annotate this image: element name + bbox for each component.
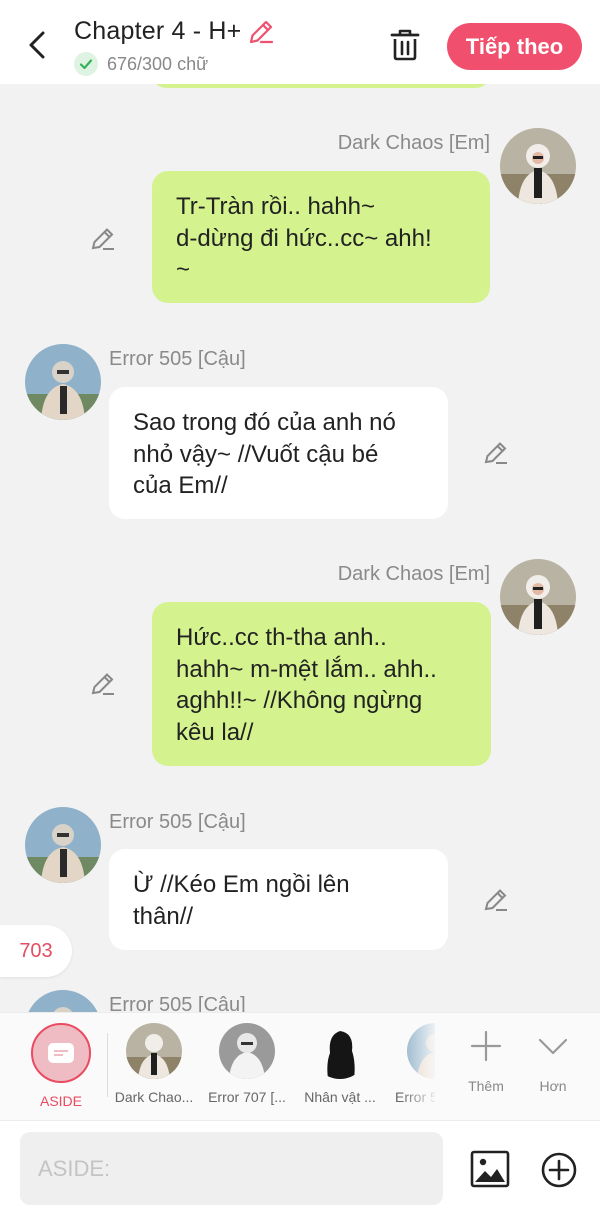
next-chapter-button[interactable]: Tiếp theo <box>447 23 582 70</box>
chevron-left-icon <box>29 31 45 59</box>
character-option[interactable]: Nhân vật ... <box>294 1023 386 1105</box>
edit-message-button[interactable] <box>483 440 511 468</box>
character-bar: ASIDE Dark Chao... Error 707 [... Nhân v… <box>0 1012 600 1120</box>
avatar-error-505[interactable] <box>25 807 101 883</box>
add-character-button[interactable]: Thêm <box>456 1029 516 1094</box>
delete-button[interactable] <box>386 26 424 64</box>
sender-name: Error 505 [Cậu] <box>109 348 246 370</box>
message-line: aghh!!~ //Không ngừng <box>176 687 423 714</box>
message-icon <box>48 1043 74 1063</box>
back-button[interactable] <box>20 26 54 64</box>
more-label: Hơn <box>539 1078 567 1094</box>
more-button[interactable]: Hơn <box>523 1029 583 1094</box>
sender-name: Dark Chaos [Em] <box>337 132 490 154</box>
avatar <box>312 1023 368 1079</box>
aside-option[interactable]: ASIDE <box>22 1023 100 1109</box>
message-line: Ừ //Kéo Em ngồi lên <box>133 871 350 898</box>
message-bubble[interactable]: Tr-Tràn rồi.. hahh~ d-dừng đi hức..cc~ a… <box>152 171 490 303</box>
sender-name: Error 505 [Cậu] <box>109 811 246 833</box>
character-label: Dark Chao... <box>114 1089 194 1105</box>
chapter-header: Chapter 4 - H+ 676/300 chữ <box>74 17 275 76</box>
count-badge[interactable]: 703 <box>0 925 72 977</box>
top-bar: Chapter 4 - H+ 676/300 chữ Tiếp theo <box>0 0 600 84</box>
scroll-fade <box>400 1013 440 1113</box>
message-line: ~ <box>176 256 191 283</box>
avatar-error-505[interactable] <box>25 990 101 1012</box>
message-line: Hức..cc th-tha anh.. <box>176 624 387 651</box>
previous-message-bubble <box>152 84 490 88</box>
pencil-icon <box>91 673 114 695</box>
composer <box>0 1120 600 1216</box>
message-line: Sao trong đó của anh nó <box>133 409 396 436</box>
plus-icon <box>470 1030 502 1062</box>
avatar <box>126 1023 182 1079</box>
character-label: Error 707 [... <box>208 1089 286 1105</box>
insert-image-button[interactable] <box>470 1149 510 1189</box>
avatar-error-505[interactable] <box>25 344 101 420</box>
aside-label: ASIDE <box>39 1093 82 1109</box>
message-line: kêu la// <box>176 718 254 746</box>
message-line: hahh~ m-mệt lắm.. ahh.. <box>176 655 437 683</box>
pencil-icon <box>484 442 507 464</box>
message-line: thân// <box>133 902 194 930</box>
aside-input[interactable] <box>20 1132 443 1205</box>
message-line: Tr-Tràn rồi.. hahh~ <box>176 193 375 220</box>
message-bubble[interactable]: Hức..cc th-tha anh.. hahh~ m-mệt lắm.. a… <box>152 602 491 766</box>
avatar-dark-chaos[interactable] <box>500 128 576 204</box>
chevron-down-icon <box>538 1038 568 1055</box>
sender-name: Dark Chaos [Em] <box>337 563 490 585</box>
add-content-button[interactable] <box>540 1151 578 1189</box>
message-bubble[interactable]: Ừ //Kéo Em ngồi lên thân// <box>109 849 448 950</box>
avatar <box>219 1023 275 1079</box>
chat-area[interactable]: Dark Chaos [Em] Tr-Tràn rồi.. hahh~ d-dừ… <box>0 84 600 1012</box>
pencil-icon <box>484 889 507 911</box>
word-count: 676/300 chữ <box>107 53 209 74</box>
image-icon <box>470 1150 510 1188</box>
check-icon <box>74 52 98 76</box>
chapter-title: Chapter 4 - H+ <box>74 17 242 45</box>
edit-message-button[interactable] <box>90 226 118 254</box>
add-label: Thêm <box>468 1078 504 1094</box>
character-option[interactable]: Error 707 [... <box>201 1023 293 1105</box>
edit-title-button[interactable] <box>247 18 275 46</box>
message-line: d-dừng đi hức..cc~ ahh! <box>176 224 432 252</box>
plus-circle-icon <box>541 1152 577 1188</box>
message-line: của Em// <box>133 472 228 499</box>
avatar-dark-chaos[interactable] <box>500 559 576 635</box>
character-option[interactable]: Dark Chao... <box>108 1023 200 1105</box>
character-label: Nhân vật ... <box>304 1089 376 1105</box>
message-bubble[interactable]: Sao trong đó của anh nó nhỏ vậy~ //Vuốt … <box>109 387 448 519</box>
trash-icon <box>390 29 420 61</box>
edit-message-button[interactable] <box>483 887 511 915</box>
sender-name: Error 505 [Cậu] <box>109 994 246 1012</box>
pencil-icon <box>250 20 274 43</box>
aside-circle <box>31 1023 91 1083</box>
edit-message-button[interactable] <box>90 671 118 699</box>
message-line: nhỏ vậy~ //Vuốt cậu bé <box>133 440 379 468</box>
pencil-icon <box>91 228 114 250</box>
